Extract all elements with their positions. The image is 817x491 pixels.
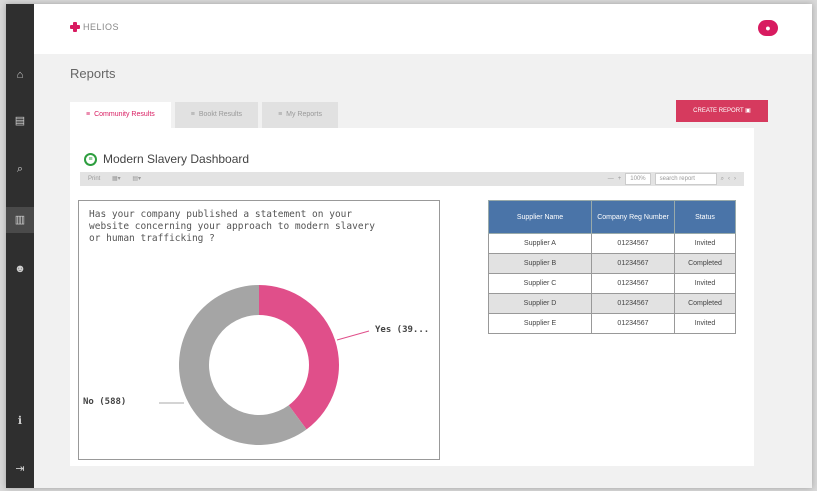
view-dropdown[interactable]: ▦▾ (112, 176, 121, 182)
tab-my-reports[interactable]: ≡ My Reports (262, 102, 338, 128)
chart-container: Has your company published a statement o… (78, 200, 440, 460)
col-status[interactable]: Status (674, 200, 736, 234)
report-toolbar: Print ▦▾ ▤▾ — + 100% search report ⌕ ‹ › (80, 172, 744, 186)
top-bar: HELIOS ● (34, 4, 812, 54)
table-row[interactable]: Supplier A 01234567 Invited (488, 233, 736, 254)
zoom-select[interactable]: 100% (625, 173, 651, 185)
logout-icon[interactable]: ⇥ (13, 462, 27, 476)
dashboard-icon: ≡ (84, 152, 97, 166)
dashboard-title: Modern Slavery Dashboard (103, 152, 250, 166)
zoom-out-button[interactable]: — (608, 172, 614, 186)
search-icon[interactable]: ⌕ (13, 162, 27, 176)
supplier-table: Supplier Name Company Reg Number Status … (488, 200, 736, 334)
report-panel: ≡ Modern Slavery Dashboard Print ▦▾ ▤▾ —… (70, 128, 754, 466)
no-label: No (588) (83, 397, 127, 407)
search-icon[interactable]: ⌕ (721, 172, 724, 186)
list-icon: ≡ (190, 111, 195, 118)
home-icon[interactable]: ⌂ (13, 68, 27, 82)
list-icon: ≡ (86, 111, 91, 118)
reports-icon[interactable]: ▥ (6, 207, 34, 233)
tab-bookt-results[interactable]: ≡ Bookt Results (174, 102, 259, 128)
col-reg-number[interactable]: Company Reg Number (591, 200, 675, 234)
report-search-input[interactable]: search report (654, 173, 717, 185)
document-icon[interactable]: ▤ (13, 114, 27, 128)
create-report-button[interactable]: CREATE REPORT ▣ (676, 100, 768, 122)
users-icon[interactable]: ☻ (13, 262, 27, 276)
yes-label: Yes (39... (375, 325, 430, 335)
table-row[interactable]: Supplier B 01234567 Completed (488, 253, 736, 274)
page-title: Reports (70, 66, 116, 81)
table-row[interactable]: Supplier C 01234567 Invited (488, 273, 736, 294)
app-window: ⌂ ▤ ⌕ ▥ ☻ ℹ ⇥ HELIOS ● Reports ≡ Communit… (6, 4, 812, 488)
logo-text: HELIOS (83, 22, 120, 32)
user-menu-icon[interactable]: ● (758, 20, 778, 36)
next-page-icon[interactable]: › (734, 172, 736, 186)
list-icon: ≡ (278, 111, 283, 118)
logo[interactable]: HELIOS (70, 22, 119, 32)
prev-page-icon[interactable]: ‹ (728, 172, 730, 186)
info-icon[interactable]: ℹ (13, 414, 27, 428)
plus-icon: ▣ (745, 108, 751, 114)
col-supplier-name[interactable]: Supplier Name (488, 200, 592, 234)
tab-community-results[interactable]: ≡ Community Results (70, 102, 171, 128)
report-tabs: ≡ Community Results ≡ Bookt Results ≡ My Re… (70, 102, 342, 128)
table-row[interactable]: Supplier E 01234567 Invited (488, 313, 736, 334)
table-row[interactable]: Supplier D 01234567 Completed (488, 293, 736, 314)
sidebar: ⌂ ▤ ⌕ ▥ ☻ ℹ ⇥ (6, 4, 34, 488)
layout-dropdown[interactable]: ▤▾ (132, 176, 141, 182)
zoom-in-button[interactable]: + (618, 172, 622, 186)
logo-icon (70, 22, 80, 32)
donut-slice-yes[interactable] (259, 285, 339, 430)
dashboard-header: ≡ Modern Slavery Dashboard (84, 152, 249, 166)
print-button[interactable]: Print (88, 176, 100, 182)
